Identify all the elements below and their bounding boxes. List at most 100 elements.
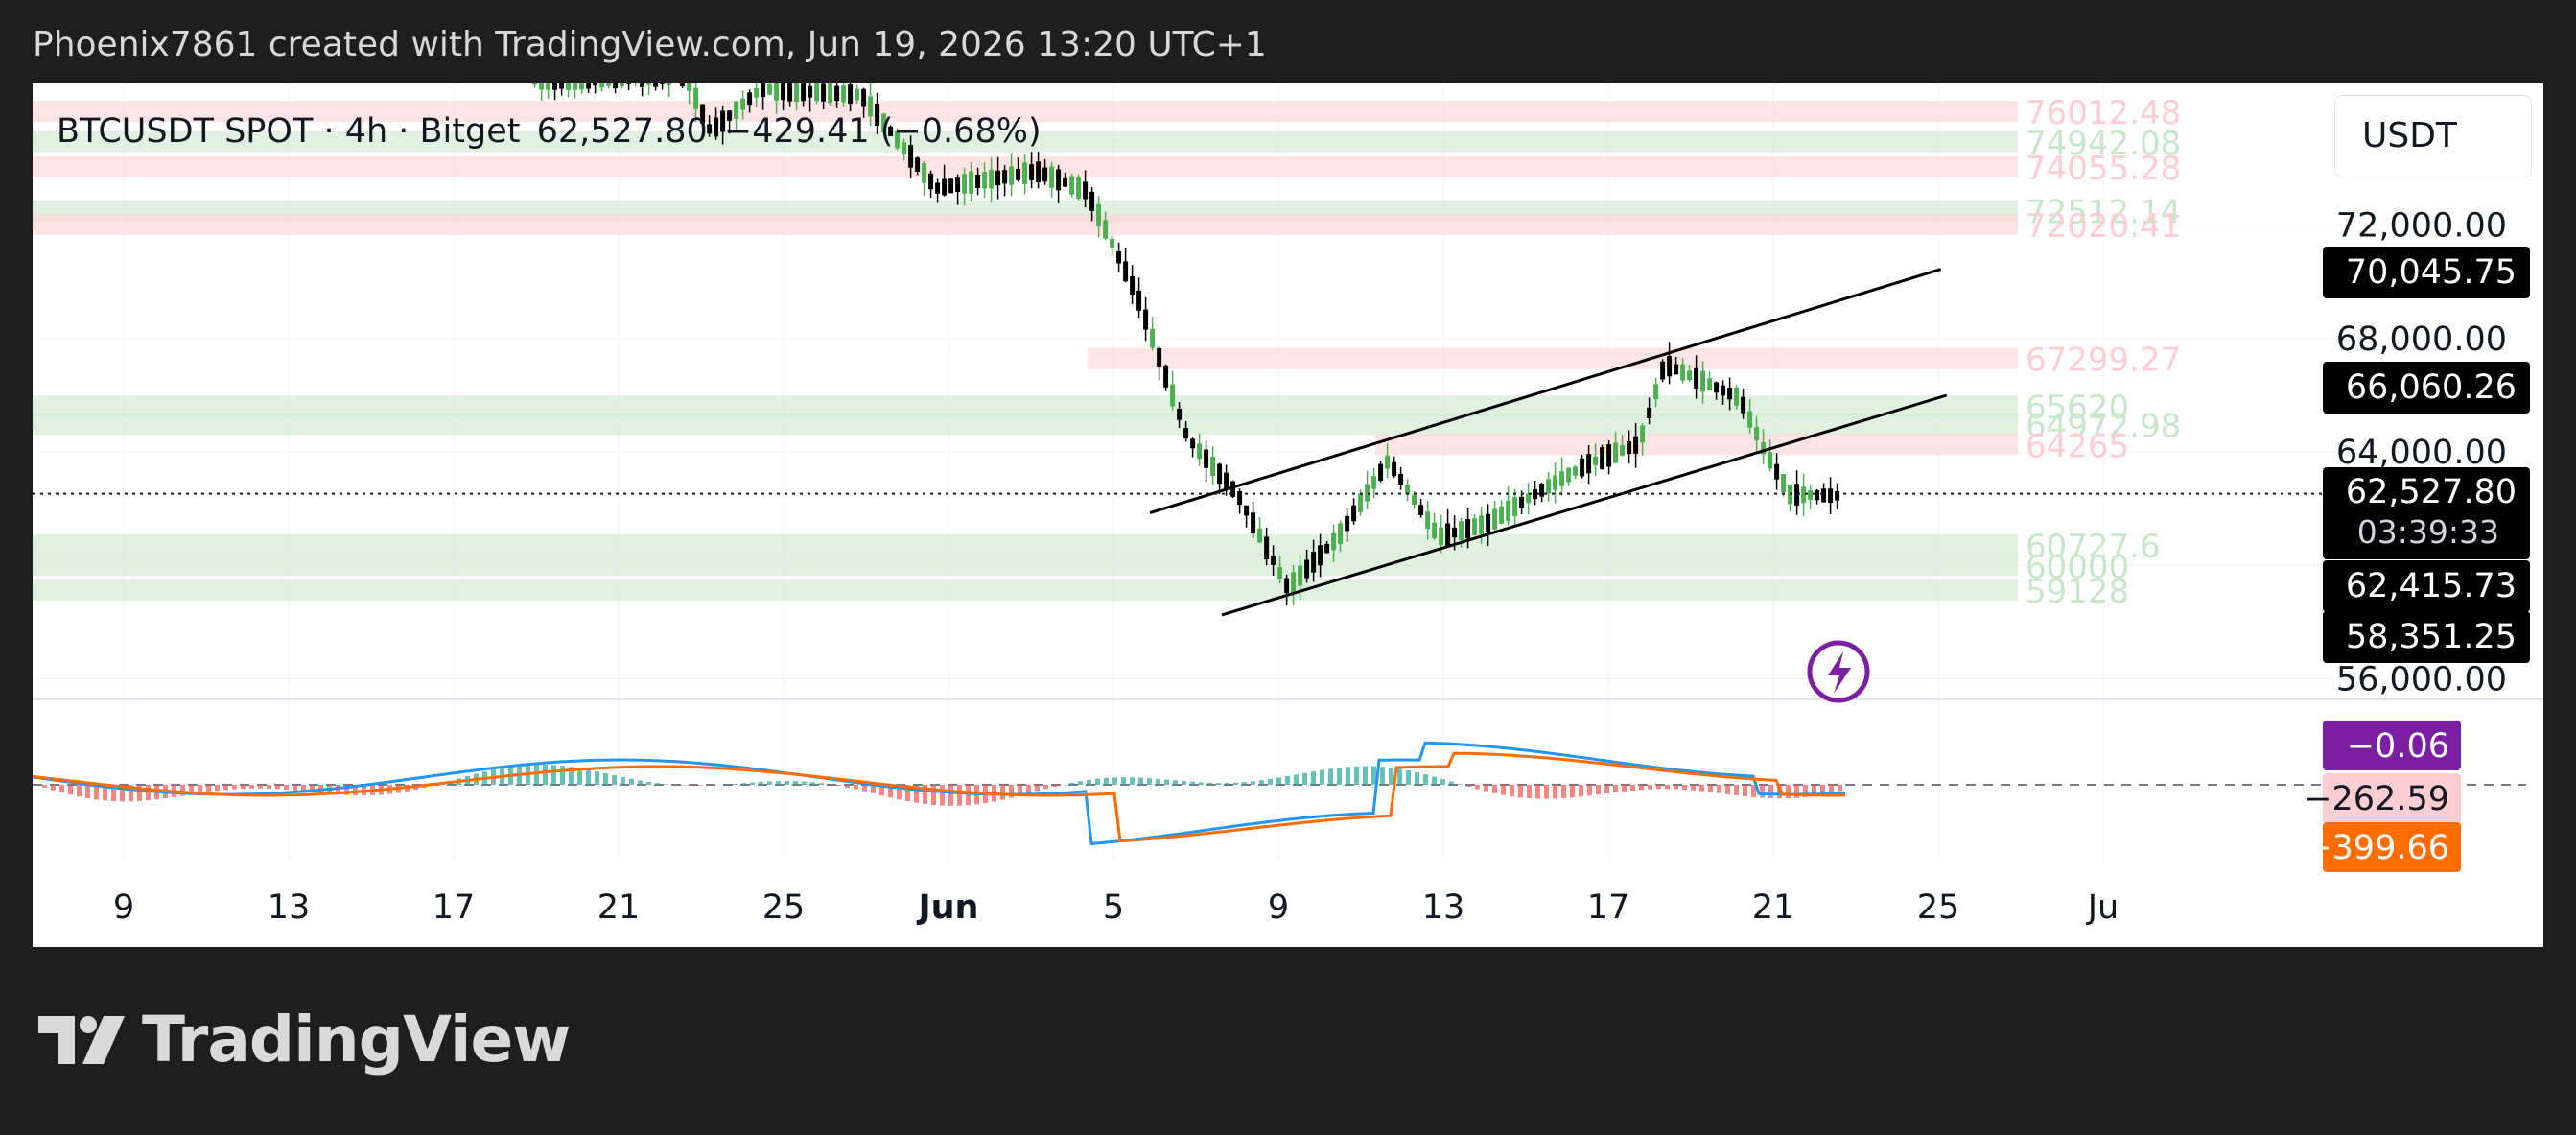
candle-body: [1492, 508, 1498, 530]
candle-body: [599, 83, 605, 88]
candle-body: [1096, 203, 1102, 226]
candle-body: [955, 177, 961, 193]
macd-hist-bar: [1337, 768, 1342, 785]
macd-hist-bar: [1199, 782, 1204, 785]
macd-hist-bar: [1069, 782, 1074, 785]
macd-hist-bar: [966, 785, 971, 806]
candle-body: [532, 83, 538, 85]
candle-body: [1694, 367, 1699, 389]
candle-body: [1633, 436, 1639, 454]
price-axis-tick: 56,000.00: [2336, 660, 2507, 698]
candle-body: [1331, 532, 1337, 551]
candle-body: [1459, 521, 1464, 540]
macd-hist-bar: [1328, 768, 1333, 785]
macd-badge: −399.66: [2304, 829, 2449, 867]
candle-body: [1163, 365, 1169, 388]
macd-hist-bar: [1622, 785, 1627, 792]
candle-body: [1002, 170, 1008, 184]
macd-hist-bar: [1380, 767, 1385, 785]
candle-body: [1553, 475, 1558, 490]
candle-body: [1768, 452, 1773, 469]
macd-hist-bar: [1553, 785, 1557, 799]
candle-body: [1425, 511, 1431, 530]
symbol-legend[interactable]: BTCUSDT SPOT · 4h · Bitget 62,527.80 −42…: [57, 112, 1047, 151]
candle-body: [1412, 494, 1417, 506]
macd-hist-bar: [249, 785, 254, 789]
macd-hist-bar: [1587, 785, 1592, 796]
candle-body: [1680, 364, 1686, 381]
candle-body: [781, 83, 786, 101]
candle-body: [747, 92, 753, 106]
macd-hist-bar: [1648, 785, 1652, 790]
candle-body: [841, 85, 847, 103]
macd-hist-bar: [1475, 785, 1480, 790]
chart-frame[interactable]: 76012.48 74942.08 74055.28 72512.14 72020.41…: [33, 83, 2543, 947]
price-badge: 66,060.26: [2346, 368, 2517, 407]
candle-body: [693, 87, 699, 109]
candle-body: [1076, 177, 1082, 200]
macd-hist-bar: [1743, 785, 1747, 796]
candle-body: [1445, 523, 1451, 546]
candle-body: [1291, 572, 1297, 594]
lightning-icon: [1828, 651, 1851, 694]
candle-body: [1170, 384, 1176, 407]
time-axis-tick: 13: [268, 888, 311, 927]
macd-hist-bar: [1535, 785, 1540, 799]
macd-hist-bar: [612, 774, 617, 785]
macd-hist-bar: [1656, 785, 1661, 790]
price-change: −429.41 (−0.68%): [723, 112, 1042, 151]
macd-hist-bar: [1492, 785, 1497, 793]
price-axis-tick: 68,000.00: [2336, 320, 2507, 359]
candle-body: [680, 83, 686, 87]
macd-hist-bar: [1838, 785, 1842, 792]
candle-body: [1183, 428, 1189, 439]
candle-body: [1298, 565, 1303, 586]
candle-body: [794, 83, 800, 103]
macd-hist-bar: [1052, 785, 1057, 787]
macd-hist-bar: [1699, 785, 1704, 792]
candle-body: [1627, 440, 1632, 455]
candle-body: [559, 83, 565, 89]
time-axis-tick: Ju: [2086, 888, 2119, 927]
candle-body: [1546, 479, 1552, 494]
macd-hist-bar: [1449, 781, 1454, 785]
macd-hist-bar: [1768, 785, 1773, 799]
level-zone-support: [33, 555, 2018, 577]
macd-hist-bar: [1397, 768, 1402, 785]
candle-body: [808, 85, 813, 98]
macd-hist-bar: [1164, 779, 1169, 785]
candle-body: [1123, 261, 1129, 282]
macd-hist-bar: [776, 781, 781, 785]
candle-body: [969, 171, 974, 194]
level-zone-resistance: [1375, 434, 2018, 456]
macd-hist-bar: [1121, 777, 1126, 785]
alert-icon: [1807, 640, 1870, 703]
candle-body: [1593, 456, 1599, 465]
candle-body: [761, 83, 766, 98]
macd-hist-bar: [534, 764, 539, 785]
level-zone-resistance: [1088, 347, 2018, 369]
price-chart[interactable]: 76012.4874942.0874055.2872512.1472020.41…: [33, 83, 2543, 947]
macd-hist-bar: [1432, 776, 1437, 785]
currency-selector[interactable]: USDT: [2334, 95, 2532, 177]
candle-body: [1418, 505, 1424, 515]
macd-hist-bar: [59, 785, 64, 792]
candle-body: [1063, 177, 1068, 187]
macd-hist-bar: [1173, 780, 1178, 785]
candle-body: [1559, 471, 1565, 486]
candle-body: [1486, 513, 1491, 532]
candle-body: [989, 169, 995, 189]
price-axis-tick: 64,000.00: [2336, 434, 2507, 472]
candle-body: [1318, 545, 1323, 566]
macd-hist-bar: [785, 780, 789, 785]
macd-hist-bar: [1087, 779, 1091, 785]
channel-upper-line: [1149, 268, 1942, 515]
macd-hist-bar: [1259, 780, 1264, 785]
macd-hist-bar: [51, 785, 56, 791]
price-badge: 58,351.25: [2346, 618, 2517, 656]
candle-body: [1130, 275, 1136, 296]
macd-hist-bar: [586, 769, 591, 785]
macd-hist-bar: [1406, 770, 1411, 785]
candle-body: [1009, 166, 1015, 185]
macd-hist-bar: [819, 783, 824, 785]
